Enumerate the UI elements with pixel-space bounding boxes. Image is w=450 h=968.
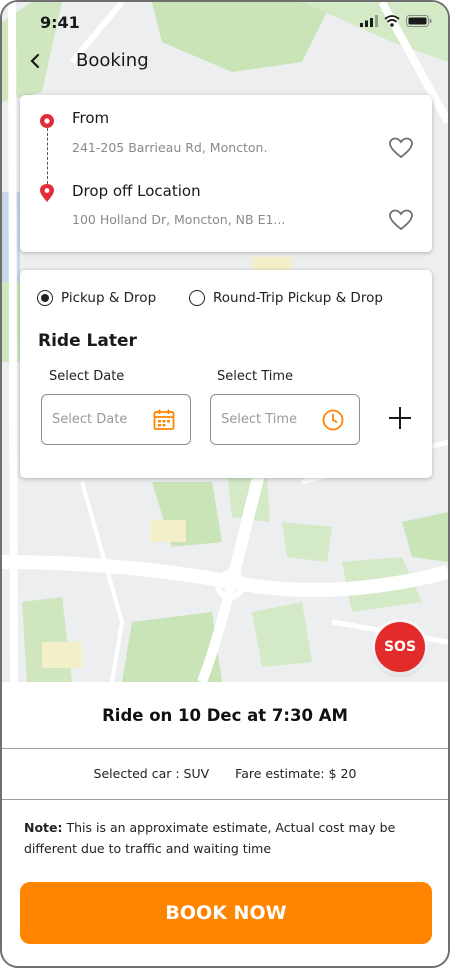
route-connector [47, 128, 48, 184]
status-time: 9:41 [40, 13, 80, 32]
divider [2, 799, 448, 800]
clock-icon [322, 409, 344, 431]
radio-round-trip[interactable]: Round-Trip Pickup & Drop [189, 290, 383, 306]
add-schedule-button[interactable] [386, 404, 414, 432]
status-bar: 9:41 [2, 2, 448, 42]
car-fare-row: Selected car : SUV Fare estimate: $ 20 [2, 748, 448, 799]
favorite-dropoff-icon[interactable] [388, 208, 414, 232]
status-icons [360, 15, 432, 27]
radio-unselected-icon [189, 290, 205, 306]
time-picker-field[interactable]: Select Time [210, 394, 360, 445]
calendar-icon [153, 409, 175, 430]
ride-schedule-summary: Ride on 10 Dec at 7:30 AM [102, 705, 348, 725]
signal-icon [360, 15, 378, 27]
booking-summary-sheet: Ride on 10 Dec at 7:30 AM Selected car :… [2, 682, 448, 966]
chevron-left-icon [30, 53, 40, 69]
selected-car-text: Selected car : SUV [93, 766, 210, 781]
route-card: From 241-205 Barrieau Rd, Moncton. Drop … [20, 95, 432, 252]
note-prefix: Note: [24, 820, 63, 835]
ride-later-title: Ride Later [38, 331, 137, 351]
book-now-button[interactable]: BOOK NOW [20, 882, 432, 944]
note-text: This is an approximate estimate, Actual … [24, 820, 396, 856]
from-label: From [72, 109, 110, 127]
radio-round-trip-label: Round-Trip Pickup & Drop [213, 290, 383, 306]
back-button[interactable] [22, 48, 48, 74]
date-picker-field[interactable]: Select Date [41, 394, 191, 445]
date-placeholder: Select Date [52, 412, 128, 427]
estimate-note: Note: This is an approximate estimate, A… [24, 817, 434, 859]
favorite-from-icon[interactable] [388, 136, 414, 160]
radio-pickup-drop[interactable]: Pickup & Drop [37, 290, 156, 306]
sos-button[interactable]: SOS [375, 622, 425, 672]
dropoff-pin-icon [40, 184, 54, 202]
ride-options-card: Pickup & Drop Round-Trip Pickup & Drop R… [20, 270, 432, 478]
dropoff-address[interactable]: 100 Holland Dr, Moncton, NB E1... [72, 212, 285, 227]
phone-frame: 9:41 Booking From 241-205 Barrieau Rd, M… [0, 0, 450, 968]
select-time-label: Select Time [217, 369, 294, 384]
radio-pickup-drop-label: Pickup & Drop [61, 290, 157, 306]
fare-estimate-text: Fare estimate: $ 20 [235, 766, 357, 781]
select-date-label: Select Date [49, 369, 125, 384]
battery-icon [406, 15, 432, 27]
from-address[interactable]: 241-205 Barrieau Rd, Moncton. [72, 140, 267, 155]
page-title: Booking [76, 50, 149, 71]
radio-selected-icon [37, 290, 53, 306]
dropoff-label: Drop off Location [72, 182, 201, 200]
wifi-icon [384, 15, 400, 27]
time-placeholder: Select Time [221, 412, 298, 427]
